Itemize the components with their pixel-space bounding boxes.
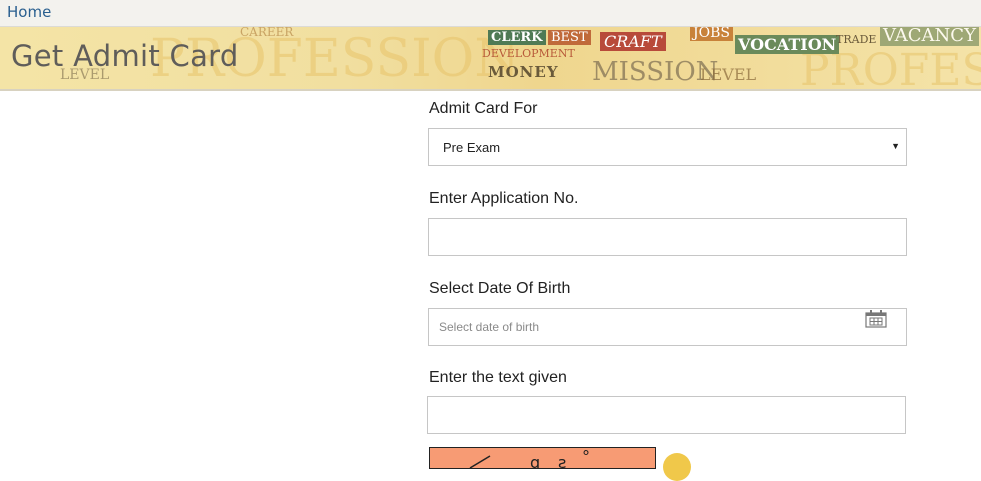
date-of-birth-placeholder: Select date of birth bbox=[439, 320, 540, 334]
admit-card-for-label: Admit Card For bbox=[429, 100, 538, 117]
page-banner: PROFESSION PROFES CLERK BEST VOCATION MO… bbox=[0, 27, 981, 91]
page-title: Get Admit Card bbox=[11, 39, 239, 73]
date-of-birth-label: Select Date Of Birth bbox=[429, 280, 571, 297]
banner-word: JOBS bbox=[690, 27, 733, 41]
captcha-glyph: ƨ bbox=[558, 453, 566, 468]
captcha-image: ɑ ƨ ° bbox=[429, 447, 656, 472]
application-no-label: Enter Application No. bbox=[429, 190, 579, 207]
home-link[interactable]: Home bbox=[7, 3, 51, 21]
application-no-input[interactable] bbox=[428, 218, 907, 256]
top-nav-bar: Home bbox=[0, 0, 981, 27]
banner-word: VACANCY bbox=[880, 27, 979, 46]
banner-word: DEVELOPMENT bbox=[482, 47, 575, 60]
banner-word: CRAFT bbox=[600, 32, 666, 51]
dropdown-arrow-icon: ▼ bbox=[891, 141, 900, 151]
captcha-text-graphic: ɑ ƨ ° bbox=[469, 447, 590, 472]
admit-card-for-select[interactable]: Pre Exam ▼ bbox=[428, 128, 907, 166]
calendar-icon[interactable] bbox=[865, 310, 887, 328]
refresh-icon[interactable] bbox=[663, 453, 691, 481]
banner-word: MONEY bbox=[488, 63, 559, 81]
banner-word: VOCATION bbox=[735, 35, 840, 54]
captcha-input[interactable] bbox=[427, 396, 906, 434]
banner-word: LEVEL bbox=[700, 65, 757, 84]
date-of-birth-input[interactable]: Select date of birth bbox=[428, 308, 907, 346]
banner-word: CLERK bbox=[488, 30, 546, 45]
banner-word: CAREER bbox=[240, 27, 294, 39]
captcha-label: Enter the text given bbox=[429, 369, 567, 386]
admit-card-for-value: Pre Exam bbox=[443, 140, 501, 155]
banner-word: BEST bbox=[548, 30, 591, 45]
captcha-glyph: ɑ bbox=[530, 453, 540, 468]
banner-word: TRADE bbox=[836, 33, 877, 46]
captcha-glyph: ° bbox=[582, 448, 590, 466]
